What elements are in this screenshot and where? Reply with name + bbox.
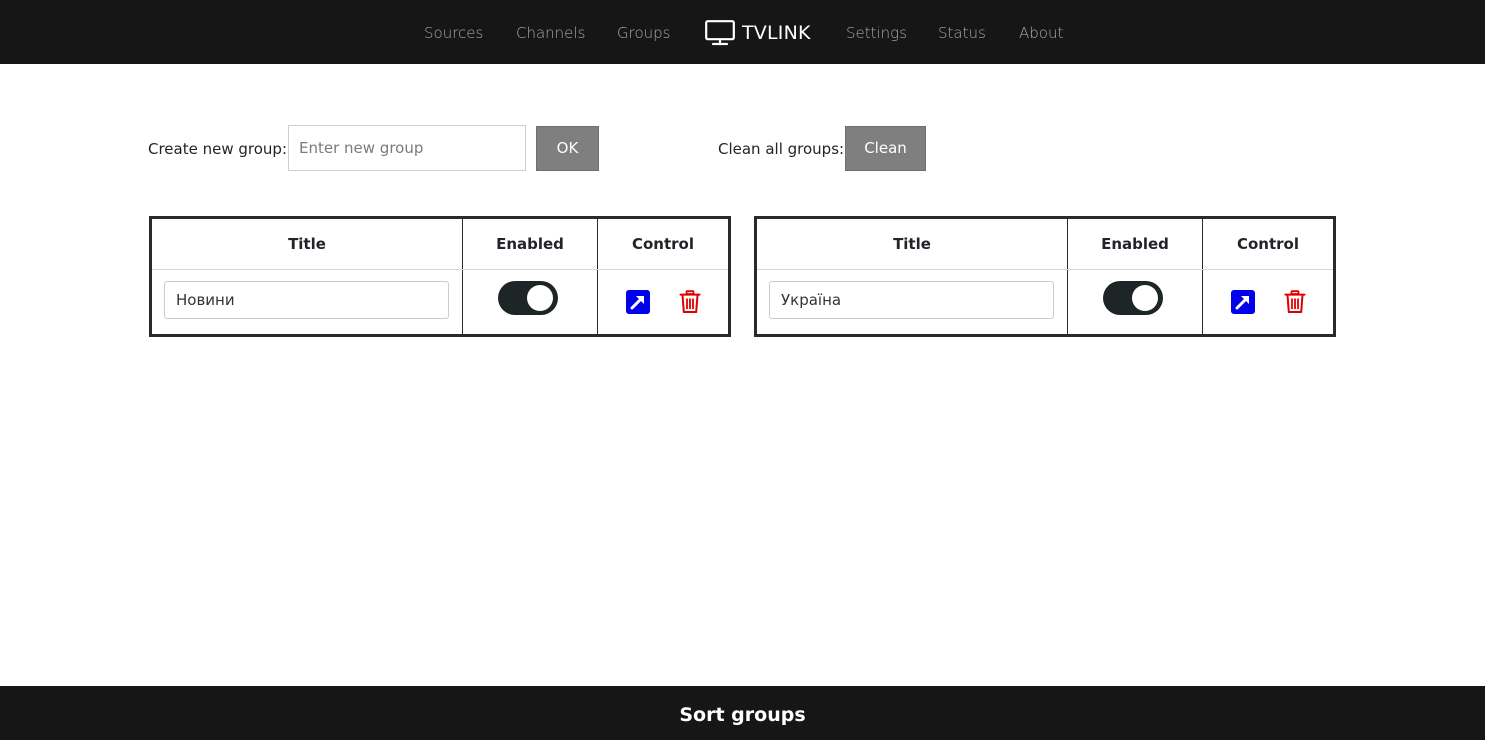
title-column-header: Title [893, 235, 931, 253]
row-divider [757, 269, 1333, 270]
group-table: Title Enabled Control [754, 216, 1336, 337]
title-column-header: Title [288, 235, 326, 253]
nav-item-groups[interactable]: Groups [617, 22, 670, 44]
ok-button[interactable]: OK [536, 126, 599, 171]
nav-item-channels[interactable]: Channels [516, 22, 585, 44]
toggle-knob [1132, 285, 1158, 311]
edit-group-button[interactable] [626, 290, 650, 314]
row-divider [152, 269, 728, 270]
column-divider [462, 219, 463, 334]
external-link-arrow-icon [1231, 290, 1255, 314]
delete-group-button[interactable] [678, 290, 702, 314]
group-enabled-toggle[interactable] [498, 281, 558, 315]
brand-name: TVLINK [742, 22, 811, 44]
column-divider [1067, 219, 1068, 334]
nav-item-sources[interactable]: Sources [424, 22, 483, 44]
nav-item-settings[interactable]: Settings [846, 22, 907, 44]
edit-group-button[interactable] [1231, 290, 1255, 314]
sort-groups-button[interactable]: Sort groups [0, 686, 1485, 744]
group-title-input[interactable] [164, 281, 449, 319]
toggle-knob [527, 285, 553, 311]
external-link-arrow-icon [626, 290, 650, 314]
clean-groups-label: Clean all groups: [718, 140, 845, 158]
column-divider [1202, 219, 1203, 334]
group-table: Title Enabled Control [149, 216, 731, 337]
group-title-input[interactable] [769, 281, 1054, 319]
clean-button[interactable]: Clean [845, 126, 926, 171]
bottom-bar: Sort groups [0, 686, 1485, 740]
nav-item-about[interactable]: About [1019, 22, 1063, 44]
enabled-column-header: Enabled [496, 235, 564, 253]
trash-icon [678, 290, 702, 314]
control-column-header: Control [1236, 235, 1299, 253]
enabled-column-header: Enabled [1101, 235, 1169, 253]
delete-group-button[interactable] [1283, 290, 1307, 314]
control-column-header: Control [631, 235, 694, 253]
nav-item-status[interactable]: Status [938, 22, 986, 44]
trash-icon [1283, 290, 1307, 314]
tv-icon [705, 20, 735, 46]
column-divider [597, 219, 598, 334]
top-navbar: Sources Channels Groups TVLINK Settings … [0, 0, 1485, 64]
brand-logo[interactable]: TVLINK [705, 18, 811, 48]
create-group-label: Create new group: [148, 140, 287, 158]
group-enabled-toggle[interactable] [1103, 281, 1163, 315]
new-group-input[interactable] [288, 125, 526, 171]
